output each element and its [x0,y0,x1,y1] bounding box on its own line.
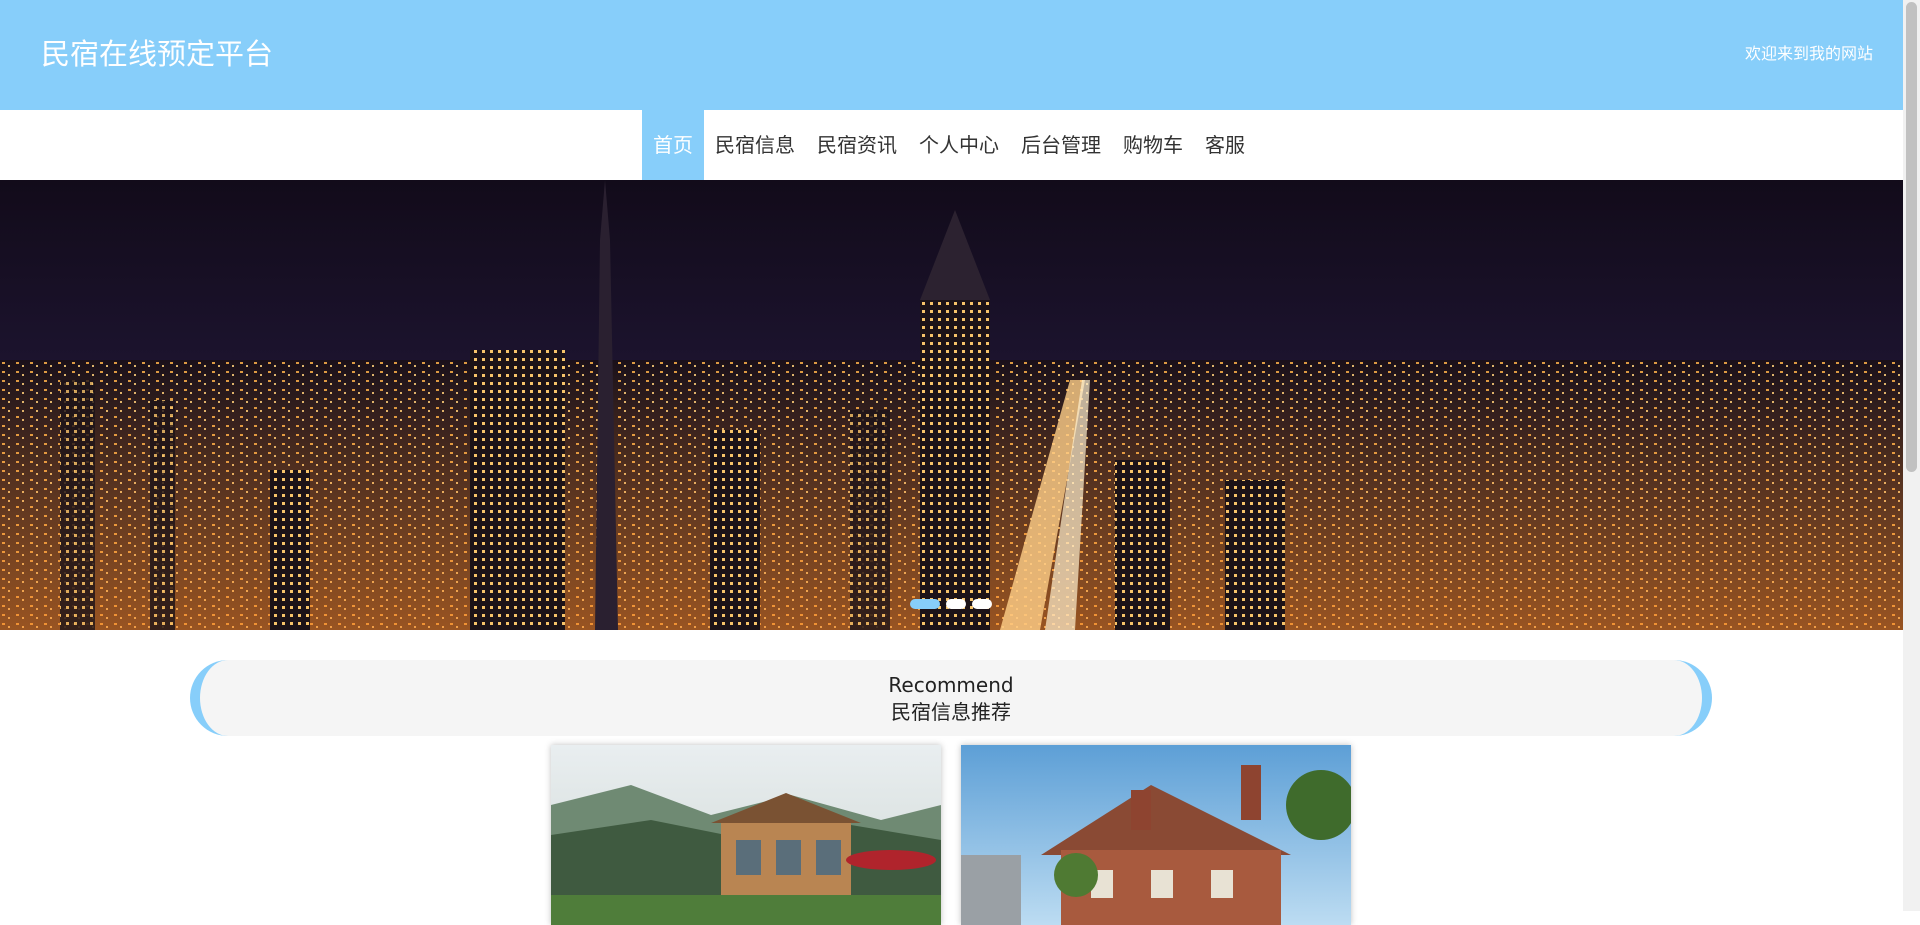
carousel-dot-2[interactable] [946,599,966,609]
homestay-card[interactable] [551,745,941,925]
nav-item-user-center[interactable]: 个人中心 [908,110,1010,180]
site-header: 民宿在线预定平台 欢迎来到我的网站 [0,0,1903,110]
carousel-indicators [910,599,992,609]
nav-item-cart[interactable]: 购物车 [1112,110,1194,180]
carousel-dot-1[interactable] [910,599,940,609]
nav-item-homestay-info[interactable]: 民宿信息 [704,110,806,180]
welcome-text: 欢迎来到我的网站 [1744,44,1873,63]
nav-item-admin[interactable]: 后台管理 [1010,110,1112,180]
brick-cottage-garden-image [961,745,1351,925]
nav-item-home[interactable]: 首页 [642,110,704,180]
recommend-title-cn: 民宿信息推荐 [891,700,1011,724]
carousel-dot-3[interactable] [972,599,992,609]
banner-carousel[interactable] [0,180,1903,630]
site-title[interactable]: 民宿在线预定平台 [41,36,273,72]
recommend-section-title: Recommend 民宿信息推荐 [190,660,1712,736]
recommend-title-en: Recommend [888,673,1014,697]
nav-item-customer-service[interactable]: 客服 [1194,110,1256,180]
night-city-skyline-image [0,180,1903,630]
main-nav: 首页 民宿信息 民宿资讯 个人中心 后台管理 购物车 客服 [0,110,1903,180]
homestay-card[interactable] [961,745,1351,925]
vertical-scrollbar[interactable] [1903,0,1920,911]
scrollbar-thumb[interactable] [1906,2,1917,472]
wooden-villa-mountain-image [551,745,941,925]
nav-item-homestay-news[interactable]: 民宿资讯 [806,110,908,180]
recommend-cards [551,745,1351,925]
